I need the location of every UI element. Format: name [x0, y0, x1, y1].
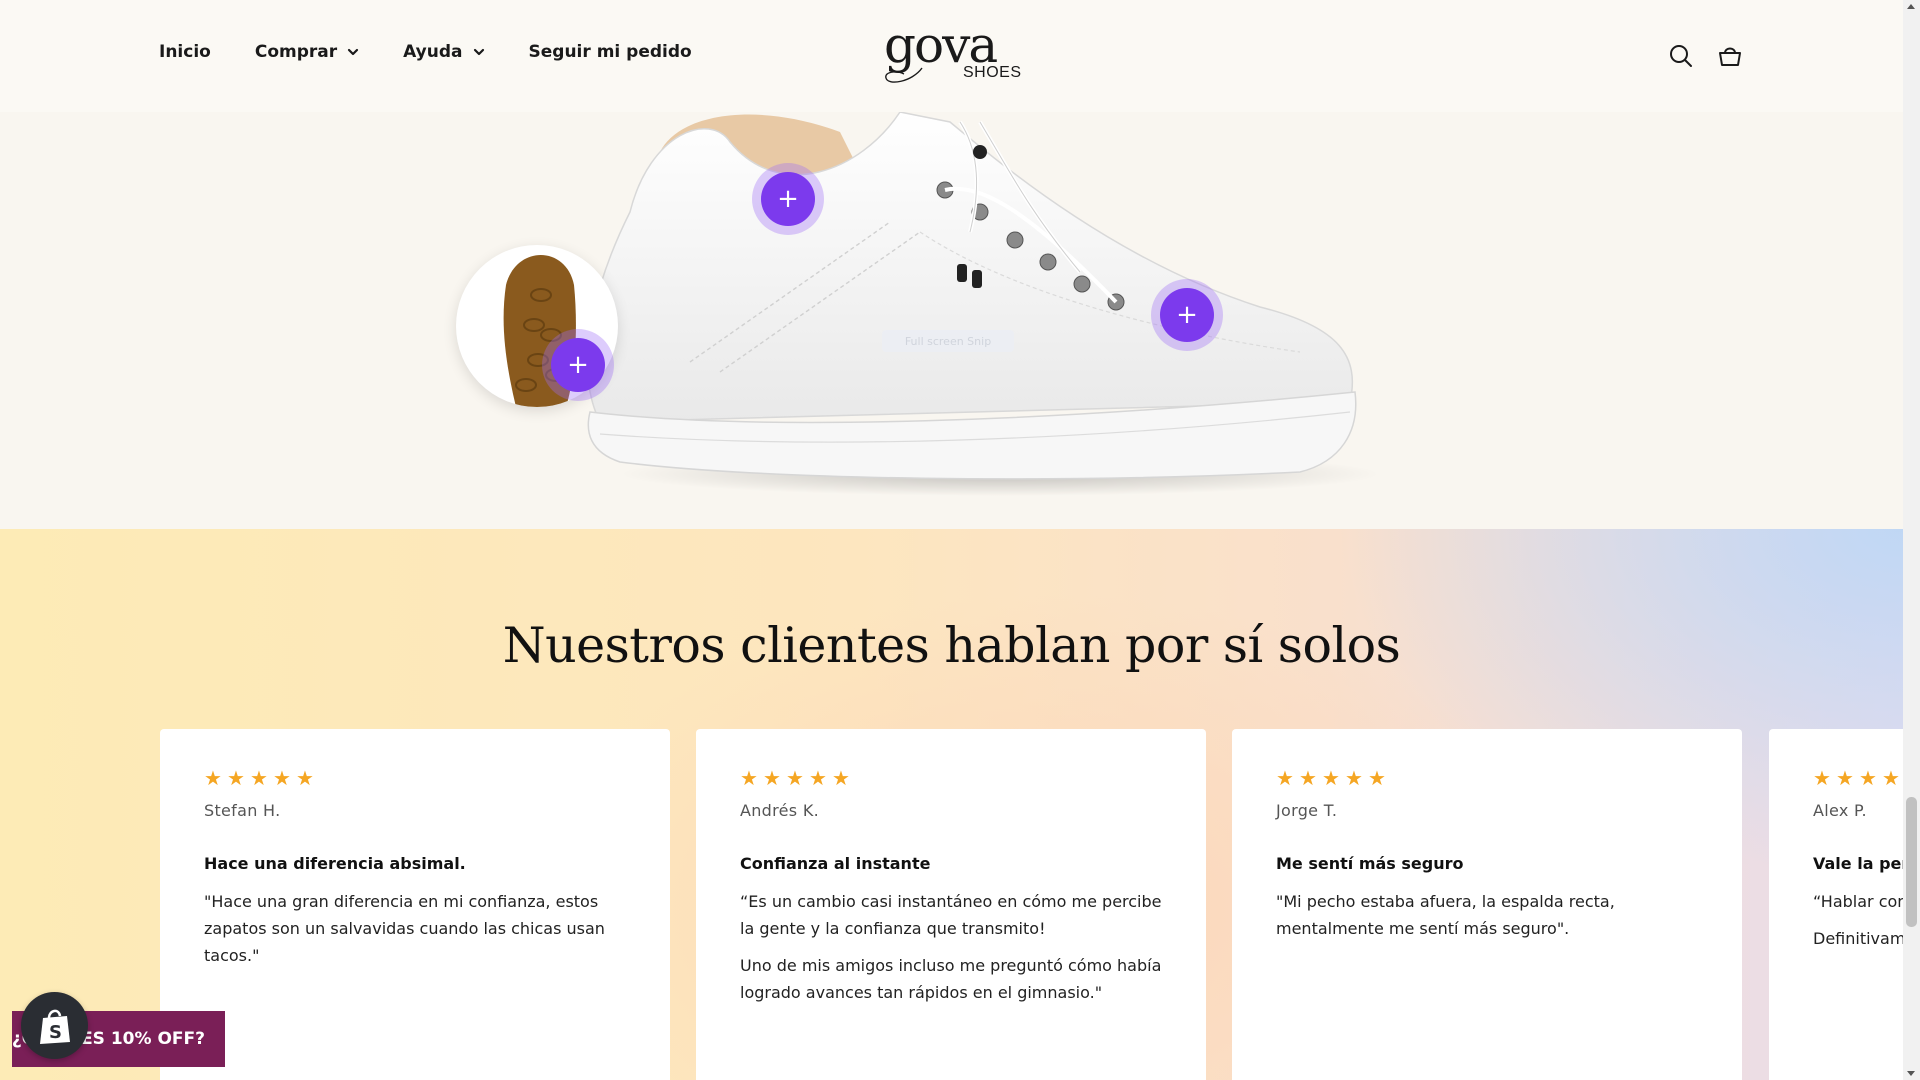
review-card: ★ ★ ★ ★ ★ Stefan H. Hace una diferencia absi… [160, 729, 670, 1080]
reviews-section: Nuestros clientes hablan por sí solos ★ ★… [0, 529, 1903, 1080]
star-icon: ★ [763, 766, 781, 790]
nav-seguir-pedido-label: Seguir mi pedido [528, 42, 692, 62]
nav-inicio[interactable]: Inicio [159, 42, 211, 62]
review-author: Stefan H. [204, 801, 281, 820]
nav-comprar-label: Comprar [254, 42, 338, 62]
review-body: “Hablar con indescriptible mejor. Defini… [1813, 888, 1903, 952]
review-body: "Mi pecho estaba afuera, la espalda rect… [1276, 888, 1706, 942]
star-icon: ★ [1345, 766, 1363, 790]
logo-sub: SHOES [963, 64, 1022, 81]
review-paragraph: Uno de mis amigos incluso me preguntó có… [740, 956, 1162, 1002]
star-rating: ★★★★★ [1813, 766, 1903, 790]
hotspot-laces-button[interactable]: + [1151, 279, 1223, 351]
main-nav: Inicio Comprar Ayuda Seguir mi pedido [159, 42, 736, 62]
chevron-down-icon [473, 48, 484, 56]
star-icon: ★ [1299, 766, 1317, 790]
star-icon: ★ [250, 766, 268, 790]
star-icon: ★ [832, 766, 850, 790]
nav-inicio-label: Inicio [159, 42, 211, 62]
review-card-partial: ★★★★★ Alex P. Vale la pena “Hablar con i… [1769, 729, 1903, 1080]
star-rating: ★★★★★ [1276, 766, 1387, 790]
star-icon: ★ [740, 766, 758, 790]
brand-logo[interactable]: gova SHOES [884, 16, 1022, 86]
sneaker-image [586, 112, 1380, 496]
hotspot-lining-button[interactable]: + [752, 163, 824, 235]
review-body: "Hace una gran diferencia en mi confianz… [204, 888, 634, 969]
shopify-bag-icon: S [39, 1009, 70, 1044]
review-title: Hace una diferencia absimal. [204, 854, 466, 873]
review-body: “Es un cambio casi instantáneo en cómo m… [740, 888, 1170, 1006]
product-hero: Full screen Snip + + + [0, 112, 1903, 529]
star-icon: ★ [1882, 766, 1900, 790]
chevron-down-icon [348, 48, 359, 56]
nav-seguir-pedido[interactable]: Seguir mi pedido [529, 42, 692, 62]
nav-ayuda[interactable]: Ayuda [403, 42, 484, 62]
nav-comprar[interactable]: Comprar [255, 42, 359, 62]
plus-icon: + [1160, 288, 1214, 342]
scroll-thumb[interactable] [1906, 797, 1917, 927]
review-card: ★ ★ ★ ★ ★ Jorge T. Me sentí más seguro "Mi p… [1232, 729, 1742, 1080]
star-icon: ★ [273, 766, 291, 790]
star-icon: ★ [786, 766, 804, 790]
star-rating: ★★★★★ [204, 766, 315, 790]
review-paragraph: Definitivamente [1813, 929, 1903, 948]
review-title: Me sentí más seguro [1276, 854, 1464, 873]
review-author: Andrés K. [740, 801, 820, 820]
shopify-badge[interactable]: S [21, 992, 88, 1059]
scroll-up-arrow-icon[interactable] [1907, 4, 1915, 9]
star-icon: ★ [1276, 766, 1294, 790]
review-title: Vale la pena [1813, 854, 1903, 873]
reviews-title: Nuestros clientes hablan por sí solos [502, 617, 1401, 674]
star-icon: ★ [204, 766, 222, 790]
star-icon: ★ [1836, 766, 1854, 790]
star-icon: ★ [1859, 766, 1877, 790]
logo-swash [885, 67, 923, 83]
star-icon: ★ [296, 766, 314, 790]
review-paragraph: "Hace una gran diferencia en mi confianz… [204, 892, 605, 965]
svg-text:S: S [49, 1022, 62, 1043]
star-icon: ★ [1322, 766, 1340, 790]
search-icon[interactable] [1668, 43, 1694, 69]
nav-ayuda-label: Ayuda [403, 42, 463, 62]
plus-icon: + [761, 172, 815, 226]
star-icon: ★ [227, 766, 245, 790]
star-icon: ★ [1813, 766, 1831, 790]
review-paragraph: “Hablar con indescriptible mejor. [1813, 892, 1903, 911]
review-author: Jorge T. [1276, 801, 1338, 820]
hotspot-sole-button[interactable]: + [542, 329, 614, 401]
review-card: ★ ★ ★ ★ ★ Andrés K. Confianza al instante “E… [696, 729, 1206, 1080]
cart-icon[interactable] [1717, 43, 1743, 69]
site-header: Inicio Comprar Ayuda Seguir mi pedido go… [0, 0, 1903, 112]
page-scrollbar[interactable] [1903, 0, 1920, 1080]
star-rating: ★★★★★ [740, 766, 851, 790]
review-author: Alex P. [1813, 801, 1867, 820]
review-paragraph: “Es un cambio casi instantáneo en cómo m… [740, 892, 1162, 938]
star-icon: ★ [1368, 766, 1386, 790]
review-paragraph: "Mi pecho estaba afuera, la espalda rect… [1276, 892, 1615, 938]
fullscreen-snip-tag: Full screen Snip [882, 330, 1014, 352]
plus-icon: + [551, 338, 605, 392]
star-icon: ★ [809, 766, 827, 790]
review-title: Confianza al instante [740, 854, 931, 873]
scroll-down-arrow-icon[interactable] [1907, 1071, 1915, 1076]
